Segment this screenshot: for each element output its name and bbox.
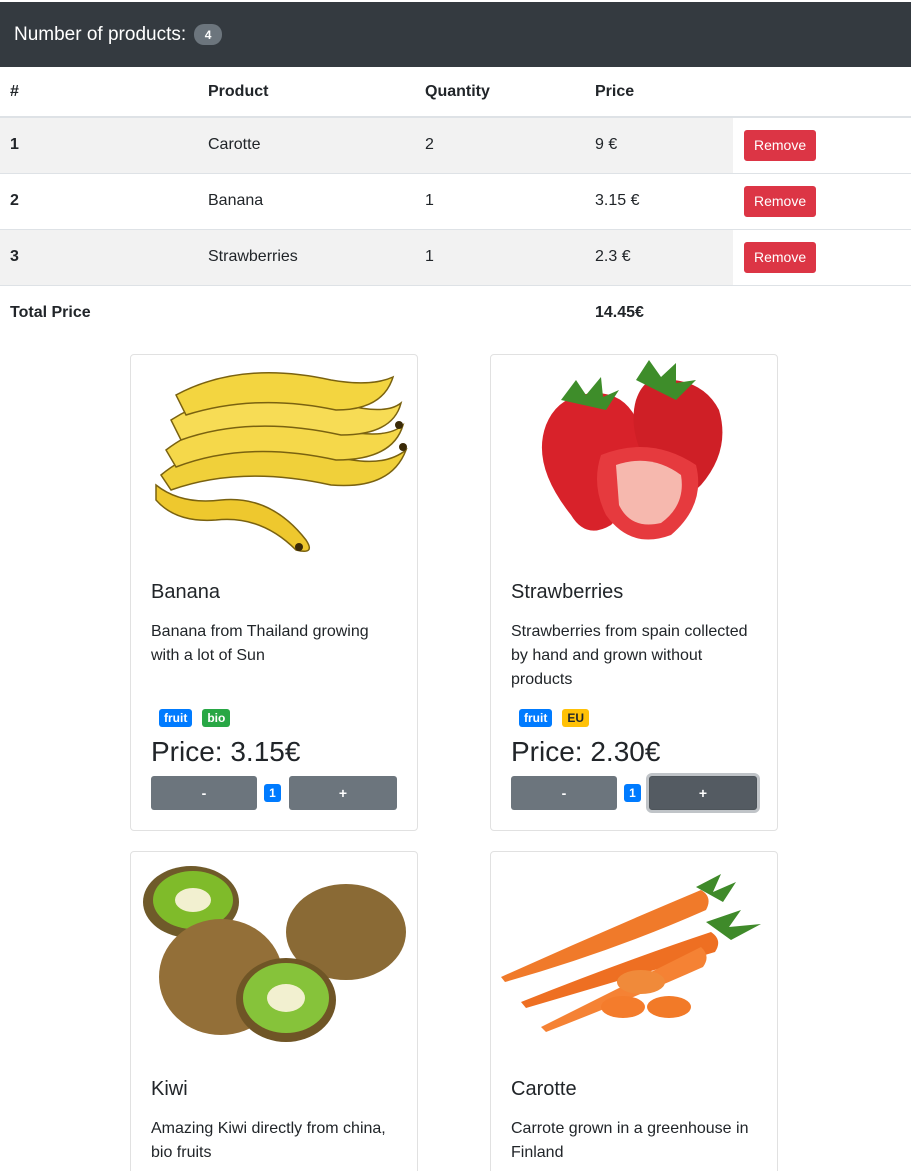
remove-button[interactable]: Remove [744, 129, 817, 161]
row-quantity: 2 [414, 116, 584, 173]
product-description: Amazing Kiwi directly from china, bio fr… [151, 1120, 386, 1161]
header-index: # [0, 67, 197, 118]
row-index: 1 [0, 116, 197, 173]
remove-button[interactable]: Remove [744, 241, 817, 273]
decrease-button[interactable]: - [511, 776, 617, 810]
row-action-cell: Remove [733, 116, 911, 173]
tag-list: fruit EU [519, 709, 589, 727]
product-title: Strawberries [511, 581, 624, 603]
row-product: Strawberries [197, 228, 414, 285]
increase-button[interactable]: + [649, 776, 757, 810]
quantity-badge: 1 [624, 784, 641, 802]
cart-table: # Product Quantity Price 1 Carotte 2 9 €… [0, 67, 911, 341]
product-price: Price: 3.15€ [151, 736, 301, 767]
strawberry-image [491, 355, 777, 560]
navbar-title: Number of products: [14, 23, 187, 45]
tag-list: fruit bio [159, 709, 231, 727]
product-card-banana: Banana Banana from Thailand growing with… [130, 354, 418, 831]
navbar: Number of products: 4 [0, 2, 911, 67]
carrot-image [491, 852, 777, 1057]
product-card-kiwi: Kiwi Amazing Kiwi directly from china, b… [130, 851, 418, 1171]
row-price: 3.15 € [584, 172, 733, 229]
product-description: Banana from Thailand growing with a lot … [151, 623, 369, 664]
row-index: 2 [0, 172, 197, 229]
header-price: Price [584, 67, 733, 118]
product-count-badge: 4 [194, 24, 223, 45]
row-index: 3 [0, 228, 197, 285]
header-quantity: Quantity [414, 67, 584, 118]
table-row: 1 Carotte 2 9 € Remove [0, 116, 911, 173]
tag-badge: bio [202, 709, 231, 727]
decrease-button[interactable]: - [151, 776, 257, 810]
product-description: Strawberries from spain collected by han… [511, 623, 748, 688]
banana-image [131, 355, 417, 560]
row-action-cell: Remove [733, 172, 911, 229]
total-label: Total Price [0, 284, 197, 341]
product-title: Carotte [511, 1078, 577, 1100]
row-product: Carotte [197, 116, 414, 173]
row-product: Banana [197, 172, 414, 229]
remove-button[interactable]: Remove [744, 185, 817, 217]
table-row: 2 Banana 1 3.15 € Remove [0, 172, 911, 229]
tag-badge: fruit [159, 709, 193, 727]
product-card-carotte: Carotte Carrote grown in a greenhouse in… [490, 851, 778, 1171]
row-price: 9 € [584, 116, 733, 173]
table-row: 3 Strawberries 1 2.3 € Remove [0, 228, 911, 285]
row-price: 2.3 € [584, 228, 733, 285]
quantity-controls: - 1 + [511, 776, 757, 810]
row-quantity: 1 [414, 172, 584, 229]
header-product: Product [197, 67, 414, 118]
tag-badge: fruit [519, 709, 553, 727]
increase-button[interactable]: + [289, 776, 397, 810]
total-row: Total Price 14.45€ [0, 284, 911, 341]
quantity-controls: - 1 + [151, 776, 397, 810]
header-action [733, 67, 911, 118]
product-title: Banana [151, 581, 220, 603]
cart-header-row: # Product Quantity Price [0, 67, 911, 118]
product-title: Kiwi [151, 1078, 188, 1100]
row-quantity: 1 [414, 228, 584, 285]
product-price: Price: 2.30€ [511, 736, 661, 767]
row-action-cell: Remove [733, 228, 911, 285]
total-value: 14.45€ [584, 284, 733, 341]
product-description: Carrote grown in a greenhouse in Finland [511, 1120, 749, 1161]
kiwi-image [131, 852, 417, 1057]
product-card-strawberries: Strawberries Strawberries from spain col… [490, 354, 778, 831]
tag-badge: EU [562, 709, 589, 727]
quantity-badge: 1 [264, 784, 281, 802]
